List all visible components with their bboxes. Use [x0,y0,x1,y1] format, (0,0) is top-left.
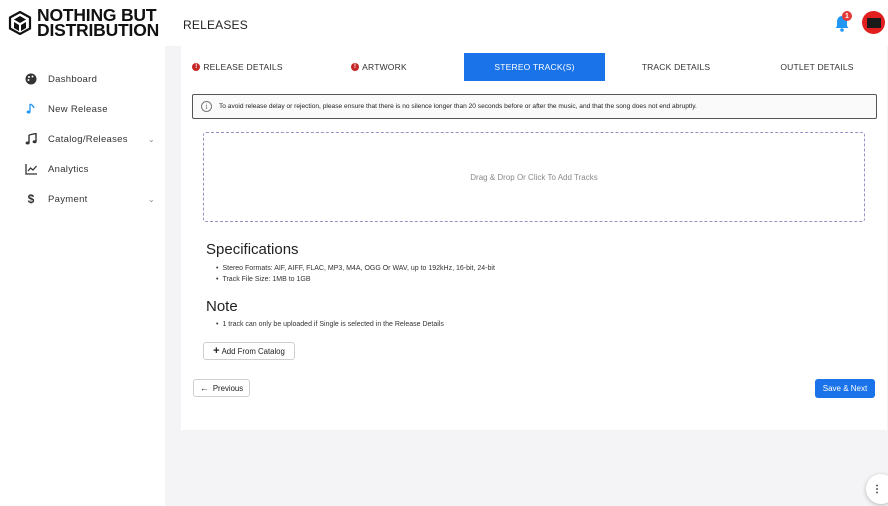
sidebar-item-label: Payment [48,193,88,205]
music-notes-icon [24,132,38,146]
palette-icon [24,72,38,86]
list-item: 1 track can only be uploaded if Single i… [216,319,443,330]
sidebar-item-analytics[interactable]: Analytics [0,154,165,184]
specifications-list: Stereo Formats: AIF, AIFF, FLAC, MP3, M4… [216,263,495,285]
sidebar: NOTHING BUT DISTRIBUTION Dashboard New R… [0,0,165,506]
specifications-heading: Specifications [206,241,299,258]
tab-track-details[interactable]: TRACK DETAILS [605,53,747,81]
tab-stereo-tracks[interactable]: STEREO TRACK(S) [464,53,605,81]
notification-badge: 1 [842,11,852,21]
info-icon: i [201,101,212,112]
chart-line-icon [24,162,38,176]
sidebar-nav: Dashboard New Release Catalog/Releases ⌄… [0,64,165,214]
sidebar-item-label: Dashboard [48,73,98,85]
more-menu-button[interactable]: ⋮ [866,474,888,504]
sidebar-item-new-release[interactable]: New Release [0,94,165,124]
sidebar-item-label: Catalog/Releases [48,133,128,145]
brand-line-2: DISTRIBUTION [37,20,160,40]
tab-label: OUTLET DETAILS [780,62,854,72]
sidebar-item-catalog-releases[interactable]: Catalog/Releases ⌄ [0,124,165,154]
more-vertical-icon: ⋮ [872,483,882,495]
tab-artwork[interactable]: ! ARTWORK [294,53,464,81]
page-title: RELEASES [183,18,248,32]
tab-label: ARTWORK [362,62,407,72]
avatar[interactable] [862,11,885,34]
save-next-button[interactable]: Save & Next [815,379,875,398]
sidebar-item-dashboard[interactable]: Dashboard [0,64,165,94]
sidebar-item-label: Analytics [48,163,89,175]
add-from-catalog-button[interactable]: + Add From Catalog [203,342,295,360]
button-label: Previous [212,383,244,393]
music-note-icon [24,102,38,116]
warning-icon: ! [192,63,201,71]
sidebar-item-payment[interactable]: $ Payment ⌄ [0,184,165,214]
chevron-down-icon[interactable]: ⌄ [148,195,155,204]
top-header: RELEASES 1 [165,0,888,46]
logo-icon [8,11,32,35]
tab-outlet-details[interactable]: OUTLET DETAILS [747,53,887,81]
chevron-down-icon[interactable]: ⌄ [148,135,155,144]
dropzone-text: Drag & Drop Or Click To Add Tracks [470,172,598,182]
avatar-image [866,17,881,28]
button-label: Add From Catalog [221,346,285,356]
list-item: Stereo Formats: AIF, AIFF, FLAC, MP3, M4… [216,263,494,274]
dollar-icon: $ [27,192,35,206]
tab-label: TRACK DETAILS [641,62,711,72]
release-tabs: ! RELEASE DETAILS ! ARTWORK STEREO TRACK… [181,53,887,81]
arrow-left-icon: ← [199,383,209,393]
track-dropzone[interactable]: Drag & Drop Or Click To Add Tracks [203,132,865,222]
tab-release-details[interactable]: ! RELEASE DETAILS [181,53,294,81]
note-list: 1 track can only be uploaded if Single i… [216,319,443,330]
plus-icon: + [213,345,220,357]
sidebar-item-label: New Release [48,103,108,115]
notice-text: To avoid release delay or rejection, ple… [219,103,697,110]
button-label: Save & Next [822,384,868,393]
warning-icon: ! [351,63,360,71]
list-item: Track File Size: 1MB to 1GB [216,274,495,285]
brand-logo[interactable]: NOTHING BUT DISTRIBUTION [8,6,160,40]
tab-label: RELEASE DETAILS [203,62,283,72]
tab-label: STEREO TRACK(S) [494,62,575,72]
note-heading: Note [206,298,238,315]
silence-notice: i To avoid release delay or rejection, p… [192,94,877,119]
previous-button[interactable]: ← Previous [193,379,250,397]
